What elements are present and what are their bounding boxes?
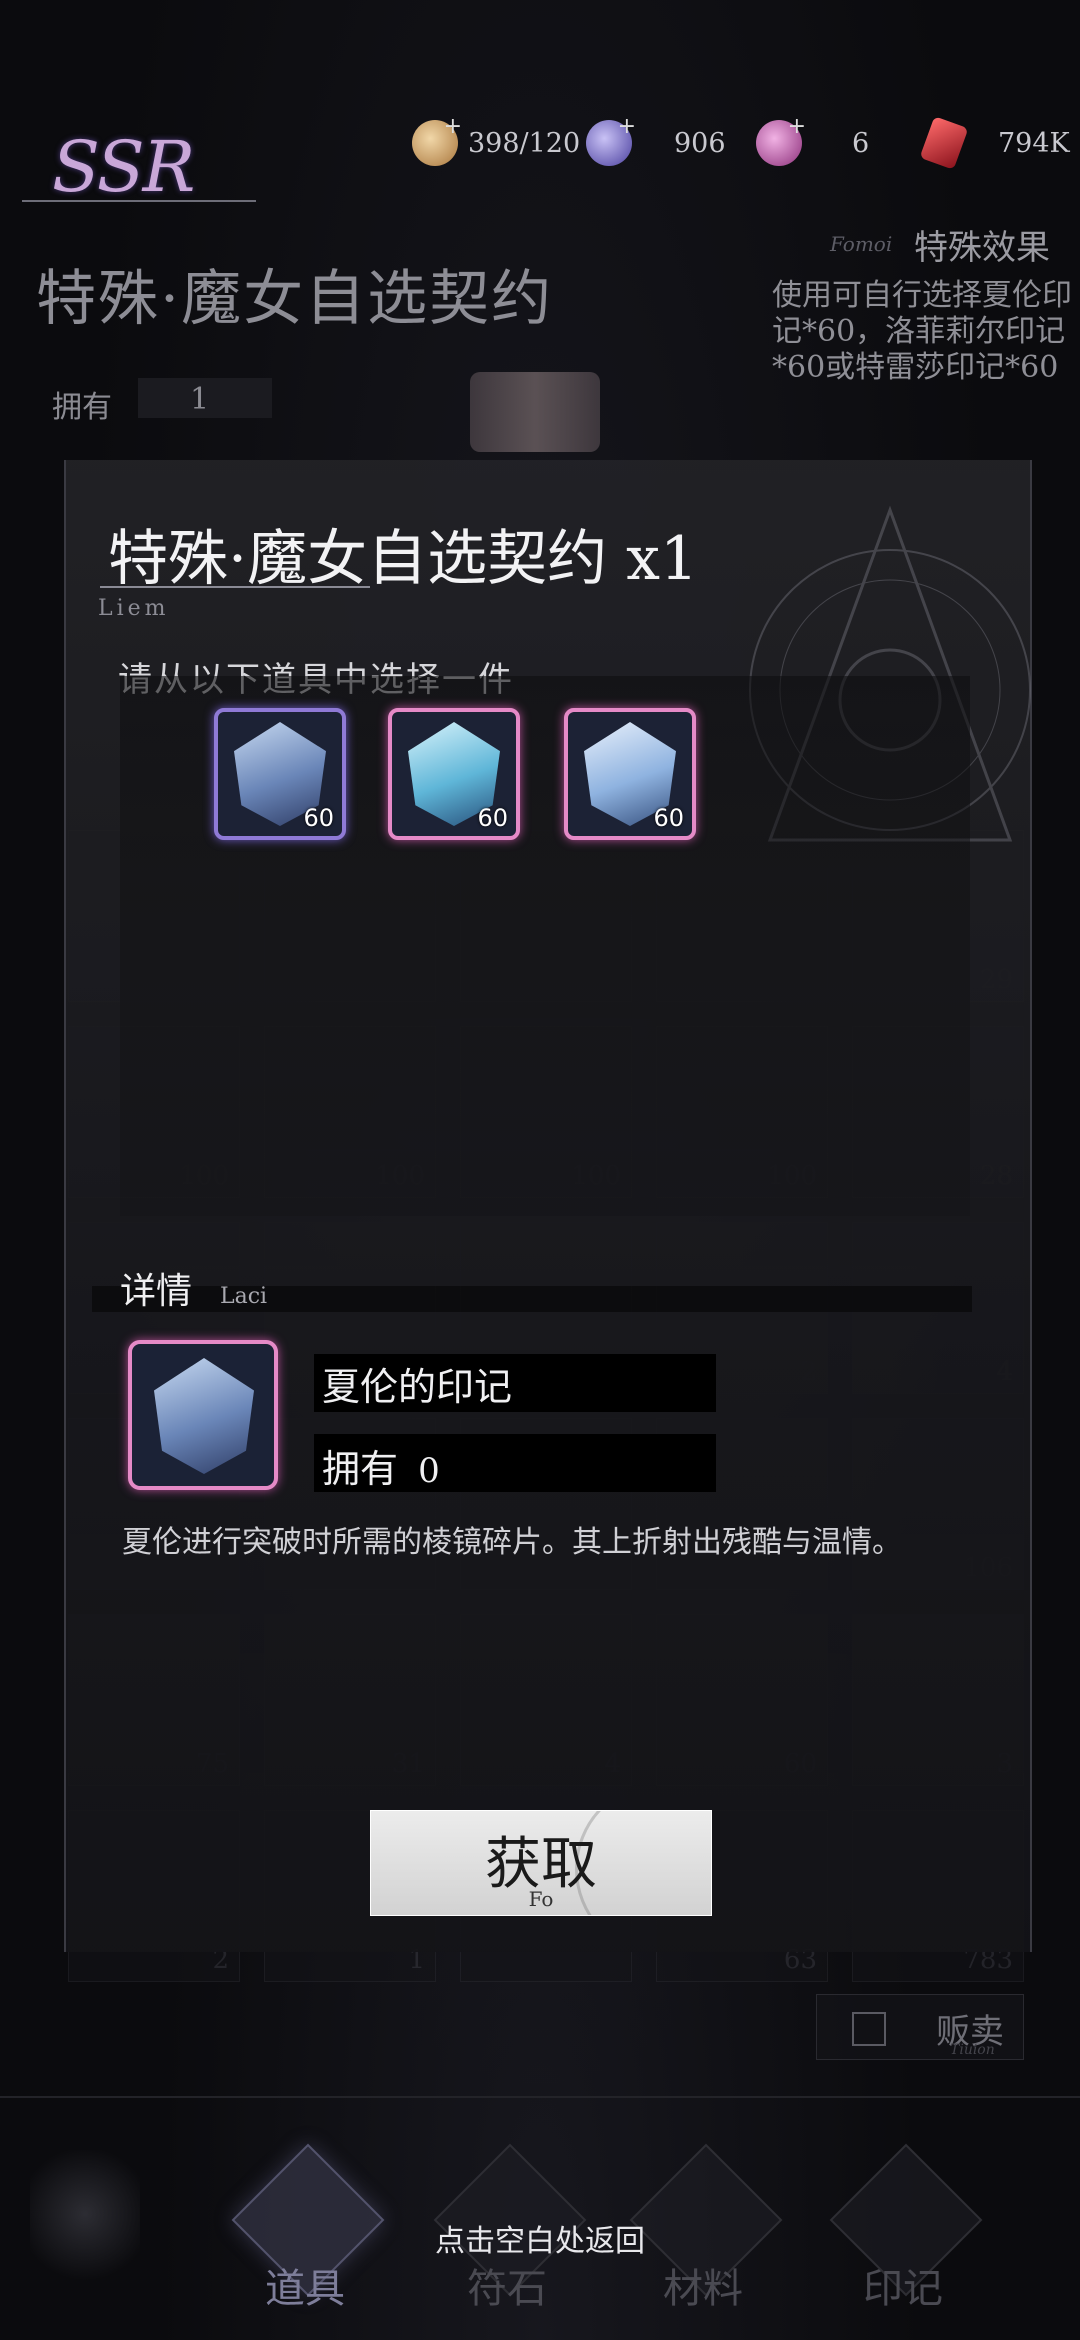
rarity-logo: SSR [52,126,195,208]
add-icon[interactable]: + [618,114,636,139]
choice-sharon-seal[interactable]: 60 [214,708,346,840]
own-label: 拥有 [52,390,112,425]
detail-label: 详情 [120,1271,193,1312]
selected-item-name: 夏伦的印记 [322,1365,513,1409]
resource-value: 794K [998,127,1070,159]
modal-subtitle: Liem [98,596,170,621]
choice-lofiriel-seal[interactable]: 60 [388,708,520,840]
choice-count: 60 [477,804,508,832]
footer-divider [0,2096,1080,2098]
resource-value: 398/120 [468,127,581,159]
obtain-button[interactable]: 获取 Fo [370,1810,712,1916]
obtain-button-sublabel: Fo [528,1887,554,1911]
owned-label: 拥有 [322,1447,399,1491]
modal-title: 特殊·魔女自选契约 x1 [108,524,699,594]
tap-to-return-hint[interactable]: 点击空白处返回 [0,2216,1080,2260]
title-underline [100,586,370,588]
tab-label: 符石 [467,2266,547,2312]
resource-value: 6 [852,127,870,159]
sell-sublabel: Tiuion [950,2042,995,2058]
logo-divider [22,200,256,202]
red-gem-icon [919,116,969,170]
selected-item-icon [128,1340,278,1490]
item-description: 夏伦进行突破时所需的棱镜碎片。其上折射出残酷与温情。 [122,1525,902,1560]
add-icon[interactable]: + [788,114,806,139]
resource-purple-orb[interactable]: + 906 [586,114,726,166]
detail-sublabel: Laci [220,1284,268,1309]
own-count: 1 [190,382,210,417]
scroll-ticket-icon: + [412,114,462,166]
selected-item-owned: 拥有 0 [322,1438,440,1493]
resource-tickets[interactable]: + 398/120 [412,114,581,166]
effect-tag: Fomoi [830,232,893,256]
tab-label: 道具 [265,2266,345,2312]
resource-red-gem[interactable]: 794K [919,116,1070,170]
crystal-portrait-icon [154,1358,254,1474]
sell-checkbox[interactable] [852,2012,886,2046]
effect-description: 使用可自行选择夏伦印记*60，洛菲莉尔印记*60或特雷莎印记*60 [772,278,1072,385]
tab-label: 材料 [663,2266,743,2312]
item-title: 特殊·魔女自选契约 [36,264,554,334]
choice-teresa-seal[interactable]: 60 [564,708,696,840]
owned-value: 0 [418,1451,440,1491]
effect-title: 特殊效果 [914,228,1050,268]
tab-label: 印记 [863,2266,943,2312]
scroll-item-icon [470,372,600,452]
pink-orb-icon: + [756,114,806,166]
resource-pink-orb[interactable]: + 6 [756,114,870,166]
purple-orb-icon: + [586,114,636,166]
choice-count: 60 [303,804,334,832]
choice-count: 60 [653,804,684,832]
add-icon[interactable]: + [444,114,462,139]
resource-value: 906 [674,127,726,159]
